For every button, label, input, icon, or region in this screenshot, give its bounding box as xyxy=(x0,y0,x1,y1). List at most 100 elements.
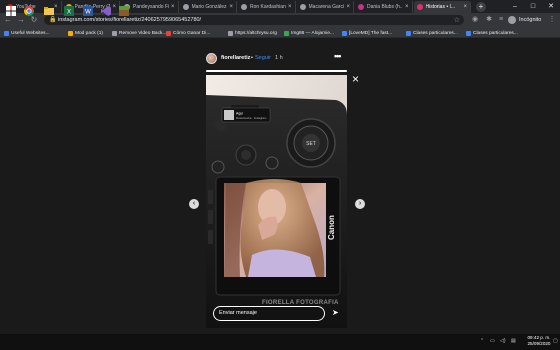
next-story-button[interactable]: › xyxy=(355,199,365,209)
bookmark-label: Img88 — Alojamie... xyxy=(291,30,334,36)
tab-label: Pandeysando Fir... xyxy=(133,4,169,10)
bookmark-favicon-icon xyxy=(342,30,347,36)
tab-close-icon[interactable]: × xyxy=(405,4,409,10)
camera-icon[interactable]: ◉ xyxy=(470,15,480,25)
story-username[interactable]: fiorellaretiz xyxy=(221,55,250,61)
notifications-icon[interactable]: ▢ xyxy=(553,338,558,344)
tab-label: Mario González ... xyxy=(191,4,228,10)
bookmark-item[interactable]: Clases particulares... xyxy=(466,29,518,37)
system-clock[interactable]: 09:42 p. m. 25/09/2020 xyxy=(522,335,556,347)
reply-placeholder[interactable]: Enviar mensaje xyxy=(219,310,257,316)
bookmark-favicon-icon xyxy=(406,30,411,36)
address-bar[interactable]: 🔒 instagram.com/stories/fiorellaretiz/24… xyxy=(44,15,464,25)
avatar[interactable] xyxy=(206,53,217,64)
tab-close-icon[interactable]: × xyxy=(112,4,116,10)
bookmark-label: Clases particulares... xyxy=(473,30,518,36)
bookmark-label: Remove Video Back... xyxy=(119,30,167,36)
story-image[interactable]: SET Aquí Rosa Hecha · Instagram Canon xyxy=(206,75,347,328)
music-sticker-subtitle: Rosa Hecha · Instagram xyxy=(236,116,267,120)
menu-lines-icon[interactable]: ≡ xyxy=(496,15,506,25)
minimize-button[interactable]: – xyxy=(506,0,524,13)
bookmark-favicon-icon xyxy=(4,30,9,36)
tab-7[interactable]: Historias • I... × xyxy=(413,1,471,13)
bookmark-label: [LoveMD] The fast... xyxy=(349,30,393,36)
minecraft-icon[interactable] xyxy=(119,3,129,16)
svg-text:SET: SET xyxy=(306,141,316,147)
bookmark-favicon-icon xyxy=(112,30,117,36)
extensions-icon[interactable]: ✱ xyxy=(484,15,494,25)
bookmark-label: Cómo Ganar Di... xyxy=(173,30,211,36)
visual-studio-icon[interactable] xyxy=(101,3,111,16)
bookmark-label: Mod pack (1) xyxy=(75,30,103,36)
bookmark-item[interactable]: Remove Video Back... xyxy=(112,29,166,37)
close-window-button[interactable]: ✕ xyxy=(542,0,560,13)
previous-story-button[interactable]: ‹ xyxy=(189,199,199,209)
excel-icon[interactable]: X xyxy=(64,3,74,16)
tab-close-icon[interactable]: × xyxy=(346,4,350,10)
tab-label: Dania Blubs (h... xyxy=(367,4,403,10)
loading-icon xyxy=(241,4,247,10)
tab-close-icon[interactable]: × xyxy=(54,4,58,10)
story-time: 1 h xyxy=(275,55,283,61)
close-icon[interactable]: × xyxy=(352,72,359,86)
lock-icon: 🔒 xyxy=(49,17,57,23)
separator-dot: • xyxy=(251,55,253,61)
send-icon[interactable]: ➤ xyxy=(332,308,339,317)
star-icon[interactable]: ☆ xyxy=(454,16,460,24)
tab-label: Historias • I... xyxy=(425,4,456,10)
camera-photo: SET Aquí Rosa Hecha · Instagram Canon xyxy=(206,75,347,328)
tab-2[interactable]: Pandeysando Fir...× xyxy=(121,1,179,13)
tab-4[interactable]: Ron Kardashian ...× xyxy=(238,1,296,13)
incognito-icon xyxy=(508,16,516,24)
music-sticker-title[interactable]: Aquí xyxy=(236,112,243,116)
story-progress-fill xyxy=(206,70,347,72)
bookmark-item[interactable]: [LoveMD] The fast... xyxy=(342,29,392,37)
bookmark-label: Clases particulares... xyxy=(413,30,458,36)
bookmark-label: Useful Websites... xyxy=(11,30,50,36)
bookmark-favicon-icon xyxy=(228,30,233,36)
clock-date: 25/09/2020 xyxy=(527,341,551,346)
svg-text:X: X xyxy=(67,10,71,16)
tab-close-icon[interactable]: × xyxy=(171,4,175,10)
bookmark-item[interactable]: Mod pack (1) xyxy=(68,29,103,37)
tray-chevron-icon[interactable]: ⌃ xyxy=(480,338,484,344)
tab-close-icon[interactable]: × xyxy=(288,4,292,10)
language-icon[interactable]: ▤ xyxy=(511,338,516,344)
tab-3[interactable]: Mario González ...× xyxy=(180,1,237,13)
bookmark-favicon-icon xyxy=(466,30,471,36)
network-icon[interactable]: ▭ xyxy=(490,338,495,344)
maximize-button[interactable]: □ xyxy=(524,0,542,13)
more-options-icon[interactable]: ••• xyxy=(334,51,342,61)
bookmark-item[interactable]: Useful Websites... xyxy=(4,29,50,37)
volume-icon[interactable]: ◁) xyxy=(500,338,506,344)
tab-5[interactable]: Macarena Garcí...× xyxy=(297,1,354,13)
bookmark-item[interactable]: Img88 — Alojamie... xyxy=(284,29,334,37)
bookmark-label: https://altchrysu.org xyxy=(235,30,277,36)
bookmark-item[interactable]: Clases particulares... xyxy=(406,29,458,37)
windows-start-icon[interactable] xyxy=(6,3,16,16)
tab-6[interactable]: Dania Blubs (h... × xyxy=(355,1,413,13)
kebab-menu-icon[interactable]: ⋮ xyxy=(547,15,557,25)
file-explorer-icon[interactable] xyxy=(44,3,54,15)
new-tab-button[interactable]: + xyxy=(476,2,486,12)
instagram-icon xyxy=(358,4,364,10)
instagram-icon xyxy=(416,4,423,10)
tab-label: Ron Kardashian ... xyxy=(250,4,286,10)
bookmark-favicon-icon xyxy=(166,30,171,36)
word-icon[interactable]: W xyxy=(83,3,93,16)
bookmark-item[interactable]: Cómo Ganar Di... xyxy=(166,29,210,37)
follow-button[interactable]: Seguir xyxy=(255,55,271,61)
windows-taskbar xyxy=(0,334,560,350)
bookmarks-bar: Useful Websites... Mod pack (1) Remove Vid… xyxy=(0,27,560,38)
tab-close-icon[interactable]: × xyxy=(229,4,233,10)
loading-icon xyxy=(182,4,189,10)
incognito-label[interactable]: Incógnito xyxy=(519,17,541,23)
url-text[interactable]: instagram.com/stories/fiorellaretiz/2406… xyxy=(58,17,201,23)
canon-label: Canon xyxy=(327,215,336,240)
chrome-icon[interactable] xyxy=(23,3,34,16)
bookmark-favicon-icon xyxy=(68,30,73,36)
tab-label: Macarena Garcí... xyxy=(308,4,345,10)
bookmark-item[interactable]: https://altchrysu.org xyxy=(228,29,277,37)
tab-close-icon[interactable]: × xyxy=(463,4,467,10)
story-progress-bar xyxy=(206,70,347,72)
